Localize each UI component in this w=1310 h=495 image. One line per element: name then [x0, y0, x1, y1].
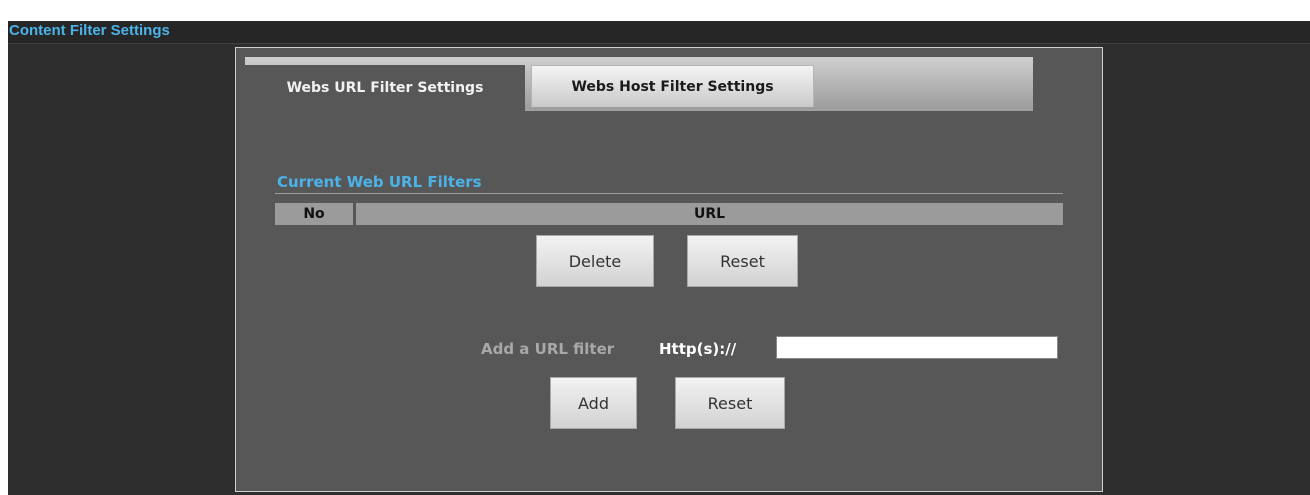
add-url-filter-label: Add a URL filter — [481, 340, 615, 358]
delete-button[interactable]: Delete — [536, 235, 654, 287]
reset-filters-button[interactable]: Reset — [687, 235, 798, 287]
reset-add-button[interactable]: Reset — [675, 377, 785, 429]
url-scheme-prefix: Http(s):// — [659, 340, 737, 358]
column-header-no: No — [275, 203, 353, 225]
tab-webs-host-filter-settings[interactable]: Webs Host Filter Settings — [531, 65, 814, 107]
page-header: Content Filter Settings — [8, 21, 1310, 44]
section-divider — [275, 193, 1063, 194]
page-title: Content Filter Settings — [9, 22, 170, 39]
filter-settings-panel: Webs URL Filter Settings Webs Host Filte… — [235, 47, 1103, 492]
column-header-url: URL — [356, 203, 1063, 225]
filters-table-header: No URL — [275, 203, 1063, 225]
tab-webs-url-filter-settings[interactable]: Webs URL Filter Settings — [245, 65, 525, 111]
url-filter-input[interactable] — [776, 336, 1058, 359]
add-button[interactable]: Add — [550, 377, 637, 429]
tab-bar: Webs URL Filter Settings Webs Host Filte… — [245, 57, 1033, 111]
current-filters-heading: Current Web URL Filters — [277, 173, 482, 191]
